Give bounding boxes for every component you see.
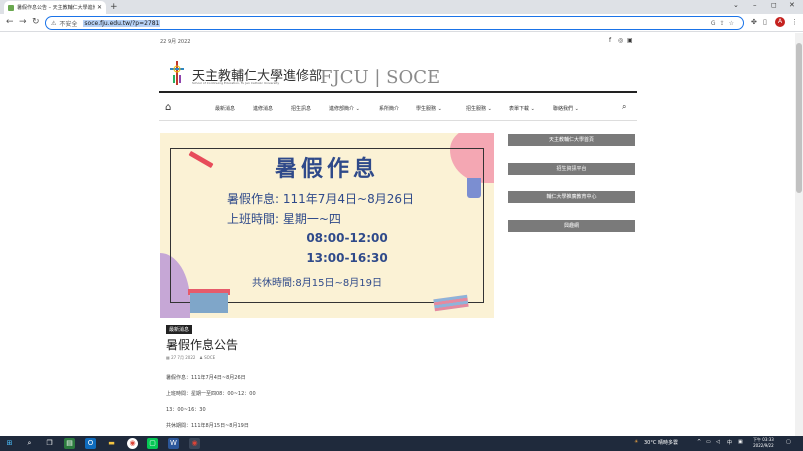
browser-toolbar: ← → ↻ ⚠ 不安全 soce.fju.edu.tw/?p=2781 G⇪☆ … xyxy=(0,14,803,32)
profile-avatar[interactable]: A xyxy=(775,17,785,27)
hero-afternoon-hours: 13:00-16:30 xyxy=(306,251,388,265)
tab-title: 暑假作息公告 – 天主教輔仁大學進修部 xyxy=(17,5,95,11)
security-label: 不安全 xyxy=(59,20,78,28)
forward-arrow-icon[interactable]: → xyxy=(19,17,27,28)
hero-schedule: 暑假作息: 111年7月4日~8月26日 xyxy=(227,192,414,206)
top-date: 22 9月 2022 xyxy=(160,39,191,45)
post-paragraph: 13：00~16：30 xyxy=(166,407,206,413)
logo-fjcu-soce[interactable]: FJCU | SOCE xyxy=(320,67,440,88)
nav-item-latest-news[interactable]: 最新消息 xyxy=(215,105,235,112)
extensions-puzzle-icon[interactable]: ✤ xyxy=(751,18,757,26)
sidebar-link-fju-home[interactable]: 天主教輔仁大學首頁 xyxy=(508,134,635,146)
outlook-icon[interactable]: O xyxy=(85,438,96,449)
fju-logo-icon[interactable] xyxy=(170,61,184,85)
facebook-icon[interactable]: f xyxy=(609,37,611,44)
address-bar-actions[interactable]: G⇪☆ xyxy=(711,20,738,27)
post-paragraph: 上班時間：星期一至四08：00~12：00 xyxy=(166,391,256,397)
hero-closure: 共休時間:8月15日~8月19日 xyxy=(252,278,382,289)
notification-icon[interactable]: ▢ xyxy=(786,439,791,445)
task-view-icon[interactable]: ❐ xyxy=(44,438,55,449)
instagram-icon[interactable]: ◎ xyxy=(618,37,623,44)
word-icon[interactable]: W xyxy=(168,438,179,449)
warning-icon: ⚠ xyxy=(51,19,57,27)
tab-close-icon[interactable]: ✕ xyxy=(97,4,102,11)
search-icon[interactable]: ⌕ xyxy=(24,438,35,449)
line-icon[interactable]: ▢ xyxy=(147,438,158,449)
volume-icon[interactable]: ◁ xyxy=(716,439,720,445)
share-icon[interactable]: ⇪ xyxy=(720,20,729,27)
user-icon: ♟ xyxy=(199,355,203,360)
sidebar-link-admission-platform[interactable]: 招生資訊平台 xyxy=(508,163,635,175)
category-tag[interactable]: 最新消息 xyxy=(166,325,193,334)
nav-item-student-services[interactable]: 學生服務 ⌄ xyxy=(416,105,442,112)
reload-icon[interactable]: ↻ xyxy=(32,17,40,28)
menu-kebab-icon[interactable]: ⋮ xyxy=(791,18,798,26)
nav-item-contact[interactable]: 聯絡我們 ⌄ xyxy=(553,105,579,112)
post-paragraph: 暑假作息：111年7月4日~8月26日 xyxy=(166,375,246,381)
taskbar-clock[interactable]: 下午 03:33 2022/9/22 xyxy=(753,437,774,449)
hero-banner: 暑假作息 暑假作息: 111年7月4日~8月26日 上班時間: 星期一~四 08… xyxy=(160,133,494,318)
clock-date: 2022/9/22 xyxy=(753,443,774,448)
nav-item-admissions[interactable]: 招生訊息 xyxy=(291,105,311,112)
hero-title: 暑假作息 xyxy=(274,156,379,182)
side-panel-icon[interactable]: ▯ xyxy=(763,18,767,26)
ime-mode-icon[interactable]: ▣ xyxy=(738,439,743,445)
hero-office-days: 上班時間: 星期一~四 xyxy=(227,212,341,226)
store-icon[interactable]: ▤ xyxy=(64,438,75,449)
site-favicon-icon xyxy=(8,4,14,11)
chrome-active-window-icon[interactable]: ◉ xyxy=(189,438,200,449)
main-nav: ⌂ 最新消息 進修消息 招生訊息 進修部簡介 ⌄ 系所簡介 學生服務 ⌄ 招生服… xyxy=(159,91,637,121)
close-window-button[interactable]: ✕ xyxy=(789,1,795,9)
browser-tab[interactable]: 暑假作息公告 – 天主教輔仁大學進修部 ✕ xyxy=(4,1,106,14)
home-icon[interactable]: ⌂ xyxy=(165,102,171,113)
nav-item-about[interactable]: 進修部簡介 ⌄ xyxy=(329,105,360,112)
nav-item-departments[interactable]: 系所簡介 xyxy=(379,105,399,112)
sidebar-link-interest-site[interactable]: 興趣網 xyxy=(508,220,635,232)
box-icon xyxy=(190,293,228,313)
windows-start-icon[interactable]: ⊞ xyxy=(4,438,15,449)
browser-tab-bar: 暑假作息公告 – 天主教輔仁大學進修部 ✕ + ⌄ – ◻ ✕ xyxy=(0,0,803,14)
hero-morning-hours: 08:00-12:00 xyxy=(306,231,388,245)
bookmark-star-icon[interactable]: ☆ xyxy=(729,20,738,27)
url-text[interactable]: soce.fju.edu.tw/?p=2781 xyxy=(83,19,161,27)
nav-item-admission-services[interactable]: 招生服務 ⌄ xyxy=(466,105,492,112)
post-paragraph: 共休期間：111年8月15日~8月19日 xyxy=(166,423,249,429)
post-title: 暑假作息公告 xyxy=(166,338,239,352)
file-explorer-icon[interactable]: ▬ xyxy=(106,438,117,449)
search-icon[interactable]: ⌕ xyxy=(622,102,626,112)
calendar-icon: ▦ xyxy=(166,355,170,360)
logo-english-name: School of Continuing Education, Fu Jen C… xyxy=(192,81,280,85)
translate-icon[interactable]: G xyxy=(711,20,720,27)
page-scrollbar[interactable] xyxy=(795,33,803,436)
chrome-icon[interactable]: ◉ xyxy=(127,438,138,449)
web-page: 22 9月 2022 f ◎ ▣ 天主教輔仁大學進修部 School of Co… xyxy=(0,33,795,436)
sidebar-link-extension-center[interactable]: 輔仁大學推廣教育中心 xyxy=(508,191,635,203)
network-icon[interactable]: ▭ xyxy=(706,439,711,445)
post-author[interactable]: SOCE xyxy=(204,355,215,360)
minimize-button[interactable]: – xyxy=(753,1,757,9)
nav-item-education-news[interactable]: 進修消息 xyxy=(253,105,273,112)
address-bar[interactable]: ⚠ 不安全 soce.fju.edu.tw/?p=2781 G⇪☆ xyxy=(45,16,744,30)
maximize-button[interactable]: ◻ xyxy=(771,1,777,9)
post-date: 27 7月 2022 xyxy=(171,355,196,360)
windows-taskbar: ⊞ ⌕ ❐ ▤ O ▬ ◉ ▢ W ◉ ☀ 30°C 晴時多雲 ^ ▭ ◁ 中 … xyxy=(0,436,803,451)
ime-indicator[interactable]: 中 xyxy=(727,439,732,446)
tray-overflow-icon[interactable]: ^ xyxy=(697,439,701,445)
back-arrow-icon[interactable]: ← xyxy=(6,17,14,28)
tab-search-icon[interactable]: ⌄ xyxy=(733,1,739,9)
nav-item-downloads[interactable]: 表單下載 ⌄ xyxy=(509,105,535,112)
scrollbar-thumb[interactable] xyxy=(796,43,802,193)
weather-text[interactable]: 30°C 晴時多雲 xyxy=(644,439,678,446)
youtube-icon[interactable]: ▣ xyxy=(627,37,633,44)
post-meta: ▦ 27 7月 2022 ♟ SOCE xyxy=(166,355,215,361)
new-tab-button[interactable]: + xyxy=(110,2,118,12)
weather-icon[interactable]: ☀ xyxy=(634,439,638,445)
